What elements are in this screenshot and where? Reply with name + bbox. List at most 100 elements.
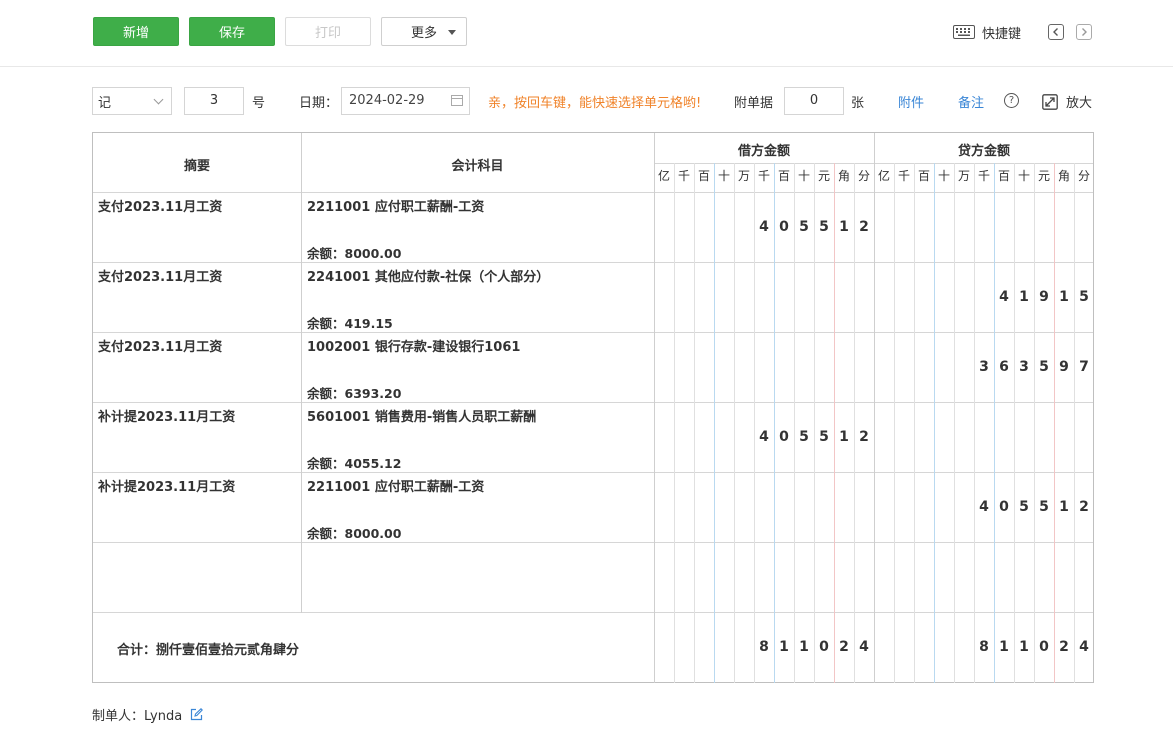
amount-digit: 5 — [819, 429, 829, 445]
amount-digit: 4 — [1079, 639, 1089, 655]
amount-digit: 1 — [1019, 289, 1029, 305]
unit-label: 百 — [917, 169, 930, 183]
toolbar: 新增 保存 打印 更多 快捷键 — [0, 0, 1173, 67]
voucher-entry-row[interactable]: 支付2023.11月工资 2211001 应付职工薪酬-工资 余额：8000.00 4… — [93, 193, 1093, 262]
amount-digit: 9 — [1039, 289, 1049, 305]
zoom-label: 放大 — [1066, 96, 1093, 111]
column-header-account: 会计科目 — [451, 159, 504, 174]
voucher-entry-row[interactable]: 补计提2023.11月工资 5601001 销售费用-销售人员职工薪酬余额：405… — [93, 403, 1093, 472]
amount-digit: 4 — [759, 219, 769, 235]
next-voucher-button[interactable] — [1076, 24, 1092, 40]
amount-digit: 3 — [979, 359, 989, 375]
unit-label: 万 — [957, 169, 970, 183]
chevron-left-icon — [1053, 28, 1058, 36]
column-header-credit: 贷方金额 — [957, 144, 1010, 159]
amount-digit: 1 — [999, 639, 1009, 655]
amount-digit: 1 — [839, 429, 849, 445]
entry-balance: 余额：8000.00 — [307, 526, 402, 541]
caret-down-icon — [448, 30, 456, 35]
date-value: 2024-02-29 — [349, 93, 425, 108]
shortcut-label: 快捷键 — [982, 26, 1022, 42]
unit-label: 千 — [757, 169, 770, 183]
voucher-entry-row[interactable]: 支付2023.11月工资 2241001 其他应付款-社保（个人部分） 余额：419… — [93, 263, 1093, 332]
column-header-summary: 摘要 — [183, 159, 210, 174]
amount-digit: 1 — [1019, 639, 1029, 655]
column-header-debit: 借方金额 — [737, 144, 790, 159]
shortcut-keys-button[interactable]: 快捷键 — [953, 22, 1021, 42]
attachment-link[interactable]: 附件 — [898, 92, 924, 111]
edit-icon[interactable] — [190, 708, 204, 721]
entry-balance: 余额：4055.12 — [307, 456, 402, 471]
date-label: 日期： — [299, 96, 339, 111]
new-button[interactable]: 新增 — [93, 17, 179, 46]
amount-digit: 5 — [1039, 499, 1049, 515]
unit-label: 十 — [717, 169, 730, 183]
more-dropdown[interactable]: 更多 — [381, 17, 467, 46]
entry-account[interactable]: 2211001 应付职工薪酬-工资 — [307, 476, 484, 495]
print-button[interactable]: 打印 — [285, 17, 371, 46]
unit-label: 万 — [737, 169, 750, 183]
voucher-type-select[interactable]: 记 — [92, 87, 172, 115]
zoom-button[interactable]: 放大 — [1042, 92, 1092, 111]
remark-link[interactable]: 备注 — [958, 92, 984, 111]
expand-icon — [1042, 93, 1058, 110]
entry-balance: 余额：419.15 — [307, 316, 393, 331]
unit-label: 元 — [817, 169, 830, 183]
amount-digit: 2 — [1079, 499, 1089, 515]
entry-summary[interactable]: 支付2023.11月工资 — [98, 266, 222, 285]
unit-label: 角 — [1057, 169, 1070, 183]
amount-digit: 3 — [1019, 359, 1029, 375]
amount-digit: 1 — [839, 219, 849, 235]
chevron-down-icon — [153, 94, 164, 105]
voucher-number-input[interactable]: 3 — [184, 87, 244, 115]
chevron-right-icon — [1082, 28, 1087, 36]
help-icon[interactable]: ? — [1004, 93, 1019, 108]
amount-digit: 5 — [819, 219, 829, 235]
voucher-entry-row[interactable]: 补计提2023.11月工资 2211001 应付职工薪酬-工资余额：8000.00… — [93, 473, 1093, 542]
entry-account[interactable]: 1002001 银行存款-建设银行1061 — [307, 336, 520, 355]
entry-summary[interactable]: 支付2023.11月工资 — [98, 336, 222, 355]
keyboard-icon — [953, 25, 975, 39]
creator-info: 制单人：Lynda — [92, 705, 204, 724]
unit-label: 亿 — [877, 169, 890, 183]
entry-summary[interactable]: 支付2023.11月工资 — [98, 196, 222, 215]
amount-digit: 2 — [859, 429, 869, 445]
voucher-entry-row[interactable]: 支付2023.11月工资 1002001 银行存款-建设银行1061 余额：6393… — [93, 333, 1093, 402]
date-input[interactable]: 2024-02-29 — [341, 87, 470, 115]
unit-label: 百 — [777, 169, 790, 183]
amount-digit: 4 — [759, 429, 769, 445]
entry-account[interactable]: 2211001 应付职工薪酬-工资 — [307, 196, 484, 215]
attachments-label: 附单据 — [734, 96, 774, 111]
unit-label: 亿 — [657, 169, 670, 183]
voucher-entry-row[interactable] — [93, 543, 1093, 612]
total-row: 合计：捌仟壹佰壹拾元贰角肆分 8 1 1 0 2 4 8 1 1 0 2 4 — [93, 613, 1093, 683]
creator-label: 制单人：Lynda — [92, 709, 183, 724]
entry-summary[interactable]: 补计提2023.11月工资 — [98, 406, 235, 425]
attachments-count-input[interactable]: 0 — [784, 87, 844, 115]
entry-account[interactable]: 2241001 其他应付款-社保（个人部分） — [307, 266, 549, 285]
unit-label: 十 — [797, 169, 810, 183]
entry-summary[interactable]: 补计提2023.11月工资 — [98, 476, 235, 495]
unit-label: 千 — [897, 169, 910, 183]
amount-digit: 5 — [1019, 499, 1029, 515]
entry-account[interactable]: 5601001 销售费用-销售人员职工薪酬 — [307, 406, 536, 425]
total-amount-in-words: 合计：捌仟壹佰壹拾元贰角肆分 — [117, 643, 300, 658]
amount-digit: 1 — [1059, 499, 1069, 515]
unit-label: 分 — [857, 169, 870, 183]
amount-digit: 1 — [1059, 289, 1069, 305]
amount-digit: 2 — [1059, 639, 1069, 655]
calendar-icon — [451, 95, 463, 106]
amount-digit: 0 — [779, 219, 789, 235]
unit-label: 百 — [697, 169, 710, 183]
unit-label: 元 — [1037, 169, 1050, 183]
more-label: 更多 — [411, 26, 438, 41]
amount-digit: 4 — [979, 499, 989, 515]
previous-voucher-button[interactable] — [1048, 24, 1064, 40]
amount-digit: 4 — [999, 289, 1009, 305]
unit-label: 十 — [1017, 169, 1030, 183]
amount-digit: 5 — [1039, 359, 1049, 375]
amount-digit: 5 — [799, 219, 809, 235]
save-button[interactable]: 保存 — [189, 17, 275, 46]
unit-label: 角 — [837, 169, 850, 183]
amount-digit: 7 — [1079, 359, 1089, 375]
